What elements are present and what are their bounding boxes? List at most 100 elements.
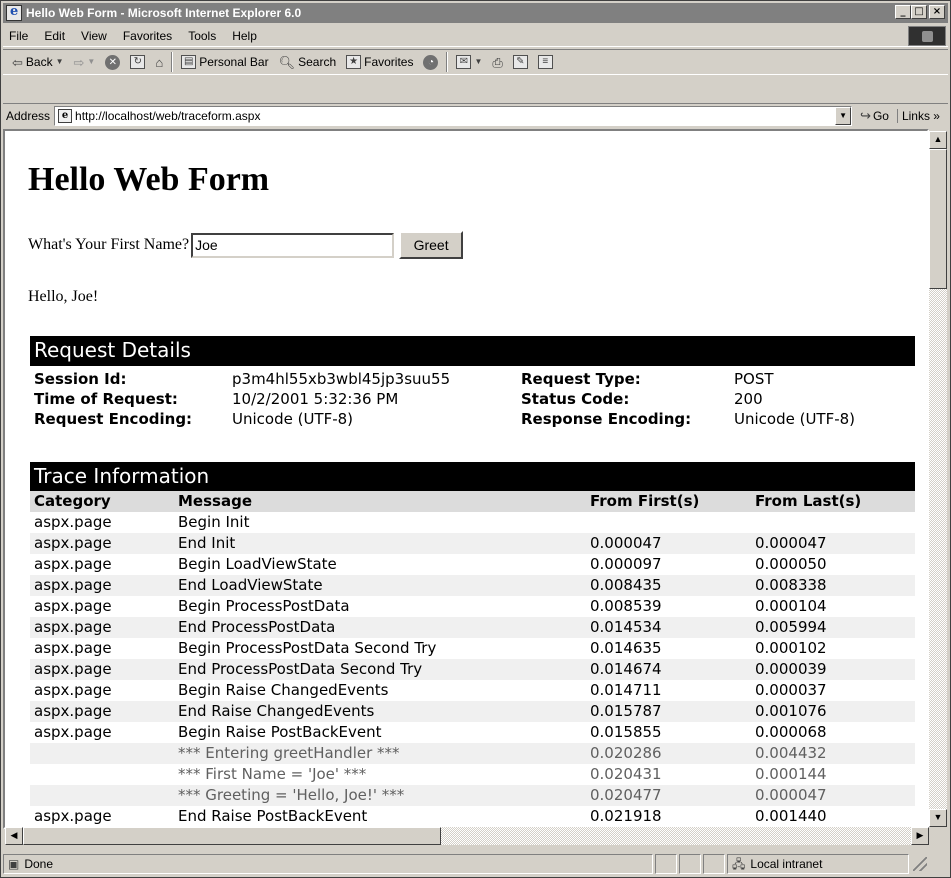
toolbar-separator	[446, 52, 449, 72]
column-header: From Last(s)	[755, 492, 862, 510]
stop-button[interactable]: ✕	[100, 51, 125, 73]
close-button[interactable]: ×	[929, 5, 945, 19]
title-bar[interactable]: Hello Web Form - Microsoft Internet Expl…	[3, 3, 948, 23]
vertical-scrollbar[interactable]: ▲ ▼	[929, 131, 947, 827]
horizontal-scroll-thumb[interactable]	[23, 827, 441, 845]
status-panel	[703, 854, 725, 874]
trace-from-last: 0.000039	[755, 660, 827, 678]
scroll-right-button[interactable]: ▶	[911, 827, 929, 845]
menu-bar: File Edit View Favorites Tools Help	[3, 25, 948, 47]
request-details-table: Session Id: p3m4hl55xb3wbl45jp3suu55 Req…	[34, 369, 914, 429]
mail-button[interactable]: ✉ ▼	[451, 51, 487, 73]
trace-row: *** First Name = 'Joe' *** 0.020431 0.0001…	[30, 764, 915, 785]
column-header: Message	[178, 492, 252, 510]
home-button[interactable]: ⌂	[150, 51, 168, 73]
status-panel	[655, 854, 677, 874]
trace-from-first: 0.020477	[590, 786, 662, 804]
menu-file[interactable]: File	[3, 29, 36, 43]
scroll-left-button[interactable]: ◀	[5, 827, 23, 845]
status-panel	[679, 854, 701, 874]
detail-key: Request Encoding:	[34, 410, 193, 428]
refresh-icon: ↻	[130, 55, 146, 69]
trace-category	[34, 764, 178, 785]
request-detail-row: Time of Request: 10/2/2001 5:32:36 PM St…	[34, 389, 914, 409]
edit-button[interactable]: ✎	[508, 51, 533, 73]
back-button[interactable]: ⇦ Back ▼	[7, 51, 69, 73]
greet-button[interactable]: Greet	[399, 231, 464, 259]
go-arrow-icon: ↪	[860, 108, 871, 123]
trace-from-first: 0.008539	[590, 597, 662, 615]
mail-icon: ✉	[456, 55, 472, 69]
trace-from-last: 0.000144	[755, 765, 827, 783]
first-name-input[interactable]	[191, 232, 395, 258]
trace-row: *** Entering greetHandler *** 0.020286 0.0…	[30, 743, 915, 764]
menu-help[interactable]: Help	[224, 29, 265, 43]
address-input[interactable]: e http://localhost/web/traceform.aspx ▼	[54, 105, 853, 126]
horizontal-scrollbar[interactable]: ◀ ▶	[5, 827, 929, 845]
vertical-scroll-thumb[interactable]	[929, 149, 947, 289]
search-label: Search	[298, 55, 337, 69]
trace-category: aspx.page	[34, 660, 112, 678]
trace-from-last	[755, 512, 905, 533]
trace-from-last: 0.000047	[755, 786, 827, 804]
minimize-button[interactable]: _	[895, 5, 911, 19]
address-dropdown-button[interactable]: ▼	[835, 106, 852, 125]
trace-from-last: 0.004432	[755, 744, 827, 762]
personal-bar-label: Personal Bar	[199, 55, 269, 69]
trace-category: aspx.page	[34, 555, 112, 573]
scroll-down-button[interactable]: ▼	[929, 809, 947, 827]
print-button[interactable]: ⎙	[487, 51, 507, 73]
status-text-cell: ▣ Done	[3, 854, 653, 874]
search-icon: 🔍︎	[278, 54, 296, 70]
menu-tools[interactable]: Tools	[180, 29, 224, 43]
trace-from-last: 0.000047	[755, 534, 827, 552]
trace-message: Begin ProcessPostData	[178, 597, 350, 615]
favorites-label: Favorites	[364, 55, 414, 69]
resize-grip-icon[interactable]	[913, 857, 927, 871]
detail-value: Unicode (UTF-8)	[232, 410, 354, 428]
menu-favorites[interactable]: Favorites	[115, 29, 180, 43]
refresh-button[interactable]: ↻	[125, 51, 150, 73]
trace-category: aspx.page	[34, 807, 112, 825]
links-button[interactable]: Links »	[896, 108, 944, 123]
trace-from-last: 0.000068	[755, 723, 827, 741]
discuss-icon: ≡	[537, 55, 553, 69]
menu-view[interactable]: View	[73, 29, 115, 43]
scroll-up-button[interactable]: ▲	[929, 131, 947, 149]
print-icon: ⎙	[492, 54, 503, 70]
search-button[interactable]: 🔍︎ Search	[274, 51, 342, 73]
trace-from-first: 0.015855	[590, 723, 662, 741]
page-heading: Hello Web Form	[28, 161, 270, 198]
trace-from-first	[590, 512, 755, 533]
trace-row: aspx.page Begin LoadViewState 0.000097 0.00…	[30, 554, 915, 575]
page-icon: e	[58, 108, 73, 123]
go-button[interactable]: ↪ Go	[852, 109, 897, 123]
trace-message: Begin Raise ChangedEvents	[178, 681, 389, 699]
toolbar-separator	[171, 52, 174, 72]
trace-row: aspx.page End Raise ChangedEvents 0.015787…	[30, 701, 915, 722]
detail-key: Response Encoding:	[521, 410, 692, 428]
trace-row: aspx.page Begin ProcessPostData 0.008539 0.…	[30, 596, 915, 617]
page-viewport[interactable]: Hello Web Form What's Your First Name? G…	[3, 129, 929, 829]
detail-key: Session Id:	[34, 370, 127, 388]
menu-edit[interactable]: Edit	[36, 29, 73, 43]
name-form: What's Your First Name? Greet	[28, 231, 464, 259]
back-label: Back	[25, 55, 53, 69]
forward-button[interactable]: ⇨ ▼	[69, 51, 101, 73]
personal-bar-button[interactable]: ▤ Personal Bar	[176, 51, 273, 73]
window-title: Hello Web Form - Microsoft Internet Expl…	[26, 6, 302, 20]
trace-row: aspx.page End LoadViewState 0.008435 0.0083…	[30, 575, 915, 596]
maximize-button[interactable]: □	[911, 5, 927, 19]
address-url[interactable]: http://localhost/web/traceform.aspx	[75, 109, 260, 123]
trace-from-first: 0.014635	[590, 639, 662, 657]
dropdown-arrow-icon: ▼	[55, 57, 64, 66]
trace-row: aspx.page End Raise PostBackEvent 0.021918…	[30, 806, 915, 827]
browser-window: Hello Web Form - Microsoft Internet Expl…	[0, 0, 951, 878]
detail-value: p3m4hl55xb3wbl45jp3suu55	[232, 370, 451, 388]
trace-from-last: 0.001076	[755, 702, 827, 720]
discuss-button[interactable]: ≡	[533, 51, 558, 73]
trace-from-last: 0.000104	[755, 597, 827, 615]
history-button[interactable]: ◔	[418, 51, 443, 73]
trace-category: aspx.page	[34, 723, 112, 741]
favorites-button[interactable]: ★ Favorites	[341, 51, 418, 73]
